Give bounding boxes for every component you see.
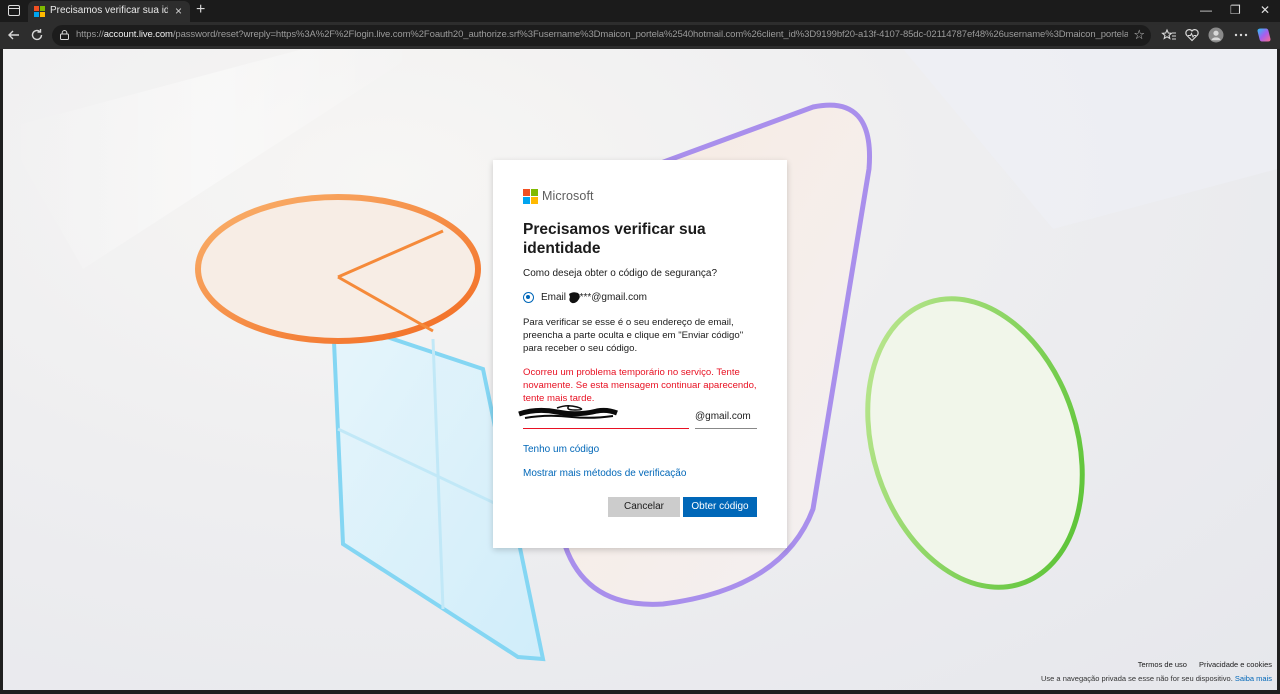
tab-title: Precisamos verificar sua identidade (50, 5, 168, 16)
favorite-star-icon[interactable]: ☆ (1133, 27, 1145, 43)
restore-button[interactable]: ❐ (1230, 3, 1241, 17)
brand-name: Microsoft (542, 189, 594, 203)
tab-strip: Precisamos verificar sua identidade × + … (0, 0, 1280, 22)
copilot-icon[interactable] (1256, 27, 1272, 43)
profile-avatar-icon[interactable] (1208, 27, 1224, 43)
privacy-link[interactable]: Privacidade e cookies (1199, 660, 1272, 669)
page-title: Precisamos verificar sua identidade (523, 221, 706, 257)
browser-essentials-icon[interactable] (1184, 27, 1200, 43)
address-bar-row: https://account.live.com/password/reset?… (0, 22, 1280, 49)
close-window-button[interactable]: ✕ (1260, 3, 1270, 17)
footer-links: Termos de uso Privacidade e cookies (1128, 660, 1272, 669)
error-message: Ocorreu um problema temporário no serviç… (523, 367, 757, 404)
more-options-icon[interactable] (1233, 27, 1249, 43)
favorites-icon[interactable] (1161, 27, 1177, 43)
email-option-label[interactable]: Email *****@gmail.com (541, 292, 647, 303)
new-tab-button[interactable]: + (196, 1, 205, 19)
tab-close-icon[interactable]: × (175, 4, 182, 18)
browser-tab-active[interactable]: Precisamos verificar sua identidade × (28, 1, 190, 22)
microsoft-favicon-icon (34, 6, 45, 17)
email-local-part-input[interactable] (523, 406, 689, 428)
verify-identity-card: Microsoft Precisamos verificar sua ident… (493, 160, 787, 548)
refresh-icon[interactable] (29, 27, 45, 43)
learn-more-link[interactable]: Saiba mais (1235, 674, 1272, 683)
url-field[interactable]: https://account.live.com/password/reset?… (52, 25, 1151, 46)
more-methods-link[interactable]: Mostrar mais métodos de verificação (523, 468, 686, 479)
lock-icon[interactable] (60, 30, 69, 40)
get-code-button[interactable]: Obter código (683, 497, 757, 517)
private-browsing-note: Use a navegação privada se esse não for … (1041, 674, 1272, 683)
terms-link[interactable]: Termos de uso (1138, 660, 1187, 669)
email-local-part-wrapper (518, 404, 689, 429)
page-viewport: Microsoft Precisamos verificar sua ident… (3, 49, 1277, 690)
url-text: https://account.live.com/password/reset?… (76, 29, 1128, 40)
cancel-button[interactable]: Cancelar (608, 497, 680, 517)
email-option-radio[interactable] (523, 292, 534, 303)
back-icon[interactable] (6, 27, 22, 43)
redaction-mark (569, 292, 580, 304)
security-code-question: Como deseja obter o código de segurança? (523, 268, 718, 279)
have-code-link[interactable]: Tenho um código (523, 444, 599, 455)
instructions-text: Para verificar se esse é o seu endereço … (523, 317, 744, 354)
microsoft-logo-icon (523, 189, 538, 204)
minimize-button[interactable]: — (1200, 3, 1212, 17)
tab-actions-icon[interactable] (8, 5, 20, 16)
email-domain-suffix: @gmail.com (695, 406, 757, 429)
